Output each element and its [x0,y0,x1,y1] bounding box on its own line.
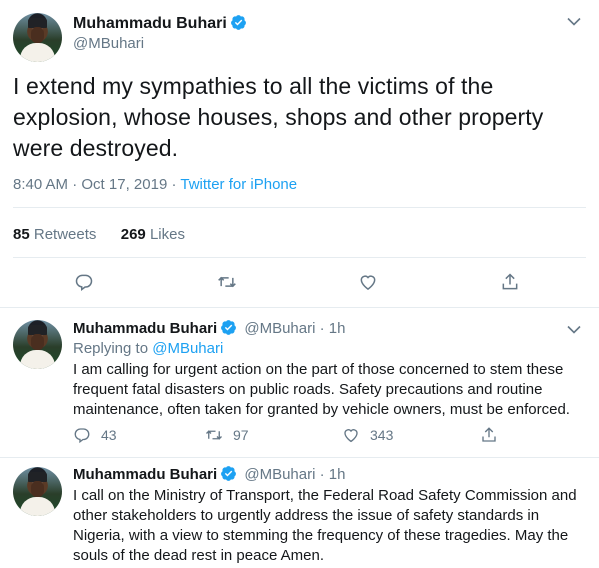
likes-count: 269 [120,226,146,243]
reply-icon[interactable] [74,272,94,292]
avatar[interactable] [13,13,62,62]
verified-badge-icon [230,15,246,30]
author-name[interactable]: Muhammadu Buhari [73,320,217,337]
reply-icon [74,428,90,444]
avatar[interactable] [13,467,62,516]
tweet-time-ago[interactable]: · 1h [320,466,346,483]
tweet-meta: 8:40 AM · Oct 17, 2019 · Twitter for iPh… [13,176,297,193]
meta-separator: · [72,176,78,193]
tweet-client[interactable]: Twitter for iPhone [180,176,297,193]
retweets-count: 85 [13,226,30,243]
reply-text: I call on the Ministry of Transport, the… [73,487,577,564]
verified-badge-icon [221,320,237,335]
chevron-down-icon[interactable] [567,325,581,334]
likes-stat[interactable]: 269 Likes [121,226,185,243]
reply-text: I am calling for urgent action on the pa… [73,361,570,418]
divider [13,257,586,258]
engagement-stats: 85 Retweets 269 Likes [13,226,185,243]
tweet-time[interactable]: 8:40 AM [13,176,68,193]
like-count: 343 [370,427,394,443]
likes-label: Likes [149,226,185,243]
tweet-date[interactable]: Oct 17, 2019 [81,176,167,193]
replying-to: Replying to @MBuhari [73,340,223,357]
reply-tweet[interactable]: Muhammadu Buhari @MBuhari · 1h Replying … [0,308,599,458]
divider [13,207,586,208]
share-action[interactable] [480,426,508,444]
author-handle[interactable]: @MBuhari [73,35,144,52]
reply-count: 43 [101,427,117,443]
author-handle[interactable]: @MBuhari [244,466,315,483]
retweet-icon [206,430,222,440]
like-icon[interactable] [358,272,378,292]
reply-tweet[interactable]: Muhammadu Buhari @MBuhari · 1h I call on… [0,458,599,568]
share-icon [482,427,496,442]
retweets-label: Retweets [33,226,97,243]
meta-separator: · [171,176,177,193]
chevron-down-icon[interactable] [567,17,581,26]
tweet-time-ago[interactable]: · 1h [320,320,346,337]
tweet-text: I extend my sympathies to all the victim… [13,73,544,161]
replying-label: Replying to [73,340,149,357]
replying-mention[interactable]: @MBuhari [152,340,223,357]
retweet-icon[interactable] [217,272,237,292]
avatar[interactable] [13,320,62,369]
retweet-action[interactable]: 97 [205,426,249,444]
like-icon [344,429,358,443]
main-tweet: Muhammadu Buhari @MBuhari I extend my sy… [0,0,599,308]
share-icon[interactable] [500,272,520,292]
author-name[interactable]: Muhammadu Buhari [73,15,227,32]
retweet-count: 97 [233,427,249,443]
like-action[interactable]: 343 [342,426,393,444]
retweets-stat[interactable]: 85 Retweets [13,226,96,243]
author-handle[interactable]: @MBuhari [244,320,315,337]
author-name[interactable]: Muhammadu Buhari [73,466,217,483]
verified-badge-icon [221,466,237,481]
reply-action[interactable]: 43 [73,426,117,444]
